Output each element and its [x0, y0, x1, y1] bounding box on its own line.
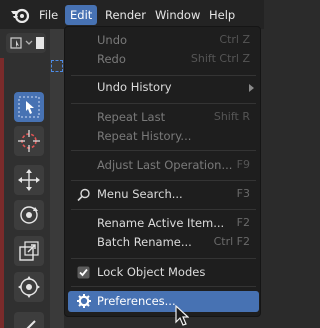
- edit-menu-dropdown: Undo Ctrl Z Redo Shift Ctrl Z Undo Histo…: [64, 26, 261, 317]
- mouse-pointer-icon: [175, 305, 189, 326]
- move-arrows-icon: [18, 169, 40, 191]
- menu-separator: [71, 209, 256, 210]
- menu-window[interactable]: Window: [150, 5, 205, 25]
- cursor-tool[interactable]: [14, 126, 44, 156]
- annotate-tool[interactable]: [14, 312, 44, 328]
- transform-icon: [18, 276, 40, 298]
- menu-search-label: Menu Search...: [97, 187, 183, 201]
- transform-tool[interactable]: [14, 272, 44, 302]
- viewport-edge: [50, 29, 64, 328]
- menu-file[interactable]: File: [34, 5, 63, 25]
- menu-separator: [71, 150, 256, 151]
- submenu-arrow-icon: [249, 84, 254, 92]
- undo-history-label: Undo History: [97, 80, 172, 94]
- menu-edit[interactable]: Edit: [65, 5, 98, 25]
- menu-item-lock-object-modes[interactable]: Lock Object Modes: [65, 262, 262, 283]
- pencil-icon: [26, 320, 36, 328]
- repeat-last-label: Repeat Last: [97, 110, 166, 124]
- blender-logo-icon[interactable]: [10, 6, 30, 23]
- scale-tool[interactable]: [14, 236, 44, 266]
- selection-box-icon: [51, 60, 63, 72]
- menu-item-undo[interactable]: Undo Ctrl Z: [65, 30, 262, 51]
- menu-separator: [71, 258, 256, 259]
- 3d-cursor-icon: [18, 130, 40, 152]
- mode-selector[interactable]: [6, 33, 46, 53]
- checkbox-checked-icon[interactable]: [77, 266, 90, 279]
- menu-item-batch-rename[interactable]: Batch Rename... Ctrl F2: [65, 232, 262, 253]
- rotate-tool[interactable]: [14, 200, 44, 230]
- menu-search-shortcut: F3: [236, 187, 250, 200]
- menu-item-adjust-last-operation[interactable]: Adjust Last Operation... F9: [65, 155, 262, 176]
- batch-rename-label: Batch Rename...: [97, 235, 192, 249]
- lock-object-modes-label: Lock Object Modes: [97, 265, 206, 279]
- menu-separator: [71, 180, 256, 181]
- rename-active-label: Rename Active Item...: [97, 216, 225, 230]
- active-region-indicator: [0, 58, 4, 328]
- batch-rename-shortcut: Ctrl F2: [213, 235, 250, 248]
- scale-icon: [19, 241, 39, 261]
- adjust-last-label: Adjust Last Operation...: [97, 158, 233, 172]
- redo-shortcut: Shift Ctrl Z: [190, 52, 250, 65]
- menu-item-preferences[interactable]: Preferences...: [68, 291, 259, 312]
- menu-item-repeat-last[interactable]: Repeat Last Shift R: [65, 107, 262, 128]
- repeat-last-shortcut: Shift R: [213, 110, 250, 123]
- selection-mode-icon: [10, 37, 44, 49]
- select-box-tool[interactable]: [14, 92, 44, 122]
- menu-separator: [71, 286, 256, 287]
- menu-item-repeat-history[interactable]: Repeat History...: [65, 126, 262, 147]
- preferences-label: Preferences...: [97, 294, 176, 308]
- move-tool[interactable]: [14, 165, 44, 195]
- gear-icon: [77, 294, 91, 308]
- menu-help[interactable]: Help: [204, 5, 240, 25]
- menu-item-undo-history[interactable]: Undo History: [65, 77, 262, 98]
- menu-item-menu-search[interactable]: Menu Search... F3: [65, 184, 262, 205]
- top-menubar: File Edit Render Window Help: [0, 0, 264, 29]
- adjust-last-shortcut: F9: [236, 158, 250, 171]
- repeat-history-label: Repeat History...: [97, 129, 192, 143]
- menu-separator: [71, 103, 256, 104]
- menu-item-rename-active[interactable]: Rename Active Item... F2: [65, 213, 262, 234]
- rename-active-shortcut: F2: [236, 216, 250, 229]
- menu-render[interactable]: Render: [100, 5, 151, 25]
- undo-shortcut: Ctrl Z: [219, 33, 250, 46]
- search-icon: [77, 188, 90, 202]
- cursor-select-icon: [18, 96, 40, 118]
- undo-label: Undo: [97, 33, 128, 47]
- rotate-icon: [20, 206, 38, 224]
- menu-separator: [71, 75, 256, 76]
- menu-item-redo[interactable]: Redo Shift Ctrl Z: [65, 49, 262, 70]
- redo-label: Redo: [97, 52, 126, 66]
